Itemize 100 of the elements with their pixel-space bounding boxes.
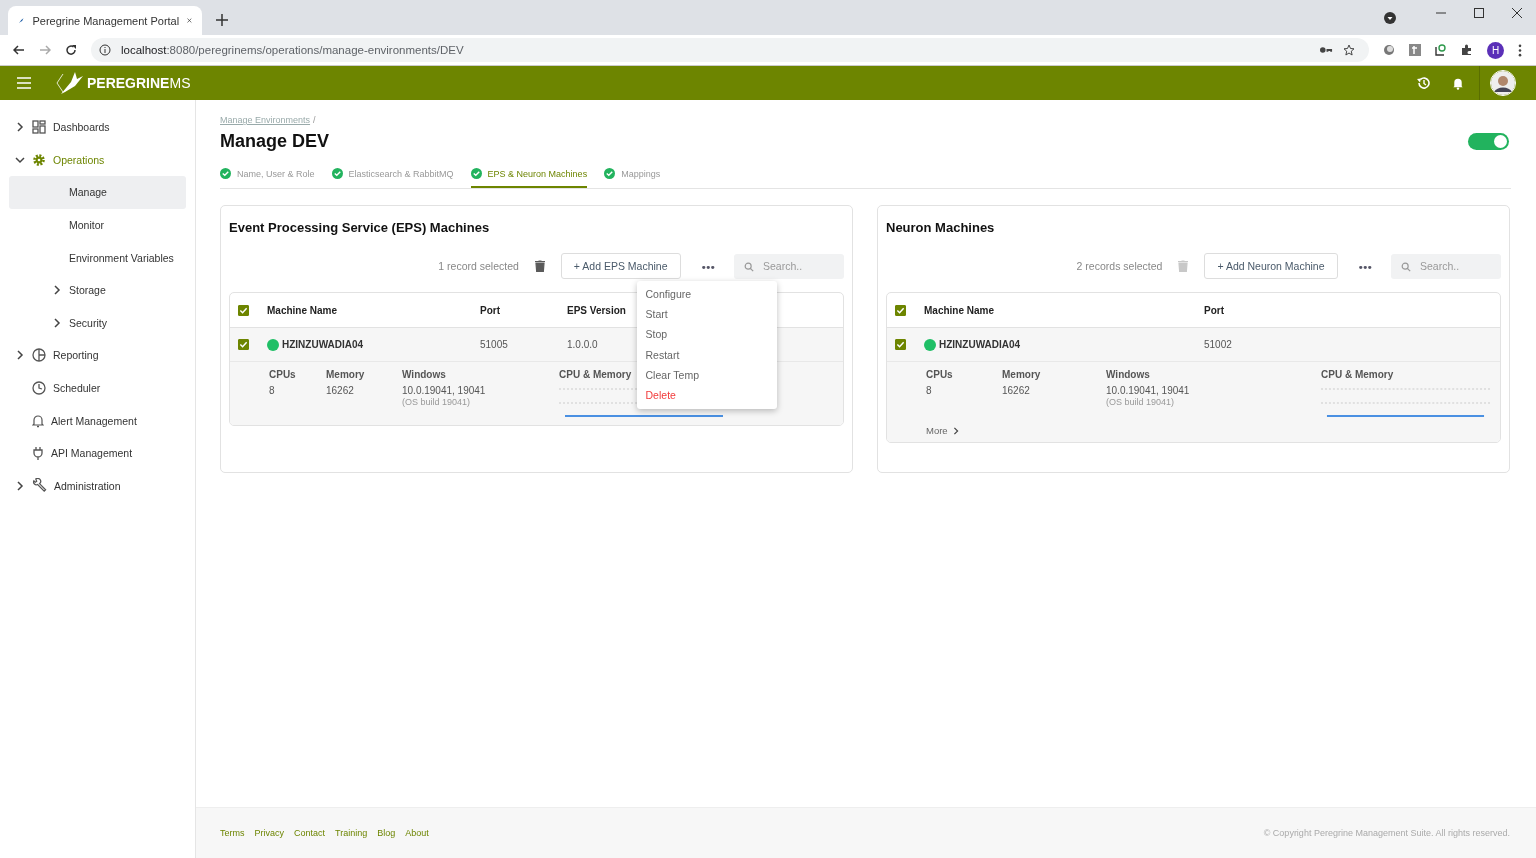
menu-item[interactable]: Start <box>636 303 777 325</box>
puzzle-icon[interactable] <box>1461 44 1473 56</box>
address-field[interactable]: localhost:8080/peregrinems/operations/manage-environments/DEV <box>91 38 1369 62</box>
menu-item[interactable]: Configure <box>636 283 777 304</box>
machine-name: HZINZUWADIA04 <box>282 339 364 350</box>
pie-chart-icon <box>32 348 46 363</box>
gear-icon <box>32 152 46 167</box>
step-tab[interactable]: EPS & Neuron Machines <box>470 168 588 188</box>
detail-label: CPU & Memory <box>559 369 632 380</box>
menu-item[interactable]: Clear Temp <box>636 365 777 386</box>
wrench-icon <box>32 478 47 494</box>
more-actions-button[interactable]: ••• <box>694 258 720 276</box>
machine-name: HZINZUWADIA04 <box>939 339 1021 350</box>
more-link[interactable]: More <box>926 425 960 436</box>
detail-label: Memory <box>1002 369 1041 380</box>
clock-icon <box>32 381 46 396</box>
trash-icon[interactable] <box>534 260 545 272</box>
more-actions-button[interactable]: ••• <box>1351 258 1377 276</box>
bird-logo-icon <box>55 70 85 96</box>
footer-link[interactable]: Contact <box>294 828 326 838</box>
detail-value: 10.0.19041, 19041 <box>402 385 487 396</box>
detail-value: 8 <box>269 385 276 396</box>
more-vertical-icon[interactable] <box>1518 43 1522 57</box>
sidebar-item[interactable]: Administration <box>0 469 195 503</box>
table-cell: 51005 <box>480 339 508 350</box>
add-machine-button[interactable]: + Add EPS Machine <box>560 253 681 279</box>
detail-value: 16262 <box>1002 385 1031 396</box>
checkbox[interactable] <box>238 339 249 350</box>
extension-icon[interactable] <box>1435 44 1447 56</box>
sidebar-item[interactable]: Storage <box>9 273 186 307</box>
menu-icon[interactable] <box>17 77 31 89</box>
plug-icon <box>32 446 44 461</box>
copyright-text: © Copyright Peregrine Management Suite. All rights reserved. <box>1263 828 1510 838</box>
selection-count: 2 records selected <box>1076 260 1163 272</box>
extension-icon[interactable] <box>1383 44 1395 56</box>
footer-link[interactable]: Training <box>335 828 368 838</box>
bell-icon[interactable] <box>1452 76 1464 90</box>
user-avatar[interactable] <box>1490 70 1516 96</box>
checkbox[interactable] <box>238 304 249 316</box>
search-icon <box>1401 261 1411 272</box>
menu-item[interactable]: Stop <box>636 324 777 345</box>
sidebar-item[interactable]: API Management <box>0 436 195 470</box>
profile-avatar[interactable]: H <box>1487 41 1504 59</box>
table-cell: 51002 <box>1204 339 1232 350</box>
back-icon[interactable] <box>13 44 25 56</box>
footer-link[interactable]: Privacy <box>254 828 284 838</box>
reload-icon[interactable] <box>65 44 77 56</box>
sidebar-item[interactable]: Environment Variables <box>9 241 186 274</box>
detail-label: CPU & Memory <box>1321 369 1394 380</box>
menu-item[interactable]: Restart <box>636 344 777 366</box>
sidebar-item[interactable]: Alert Management <box>0 404 195 437</box>
tab-search-icon[interactable] <box>1384 11 1396 24</box>
sidebar-item[interactable]: Monitor <box>9 208 186 242</box>
detail-note: (OS build 19041) <box>1106 397 1176 407</box>
footer-link[interactable]: Blog <box>377 828 396 838</box>
chevron-right-icon <box>951 426 960 435</box>
card-title: Event Processing Service (EPS) Machines <box>229 220 491 235</box>
extension-icon[interactable] <box>1409 44 1421 56</box>
column-header: Port <box>480 304 500 316</box>
column-header: EPS Version <box>567 304 626 316</box>
maximize-icon[interactable] <box>1474 8 1484 18</box>
detail-label: Windows <box>402 369 446 380</box>
selection-count: 1 record selected <box>438 260 519 272</box>
brand-name: PEREGRINEMS <box>87 75 191 91</box>
sidebar-item[interactable]: Operations <box>0 143 195 177</box>
column-header: Port <box>1204 304 1224 316</box>
detail-label: CPUs <box>926 369 953 380</box>
detail-label: CPUs <box>269 369 296 380</box>
close-icon[interactable] <box>187 16 192 25</box>
sidebar-item[interactable]: Manage <box>9 176 186 209</box>
browser-tab[interactable]: Peregrine Management Portal <box>8 6 202 35</box>
search-field[interactable]: Search.. <box>734 253 844 279</box>
close-icon[interactable] <box>1512 8 1522 18</box>
detail-label: Memory <box>326 369 365 380</box>
add-machine-button[interactable]: + Add Neuron Machine <box>1204 253 1338 279</box>
star-icon[interactable] <box>1343 44 1355 56</box>
breadcrumb-separator: / <box>313 115 316 125</box>
column-header: Machine Name <box>924 304 995 316</box>
footer-link[interactable]: Terms <box>220 828 245 838</box>
column-header: Machine Name <box>267 304 338 316</box>
sidebar-item[interactable]: Reporting <box>0 339 195 372</box>
search-field[interactable]: Search.. <box>1391 253 1501 279</box>
detail-label: Windows <box>1106 369 1150 380</box>
table-cell: 1.0.0.0 <box>567 339 598 350</box>
new-tab-icon[interactable] <box>216 14 228 26</box>
sidebar-item[interactable]: Scheduler <box>0 371 195 405</box>
checkbox[interactable] <box>895 304 906 316</box>
toggle-switch[interactable] <box>1468 133 1509 150</box>
key-icon[interactable] <box>1320 46 1333 54</box>
history-icon[interactable] <box>1416 76 1430 90</box>
dashboard-icon <box>32 120 46 135</box>
bell-icon <box>32 413 44 428</box>
info-icon <box>99 44 111 56</box>
sidebar-item[interactable]: Dashboards <box>0 111 195 144</box>
card-title: Neuron Machines <box>886 220 996 235</box>
checkbox[interactable] <box>895 339 906 350</box>
menu-item[interactable]: Delete <box>636 385 777 406</box>
detail-value: 10.0.19041, 19041 <box>1106 385 1191 396</box>
footer-link[interactable]: About <box>405 828 429 838</box>
sidebar-item[interactable]: Security <box>9 306 186 340</box>
